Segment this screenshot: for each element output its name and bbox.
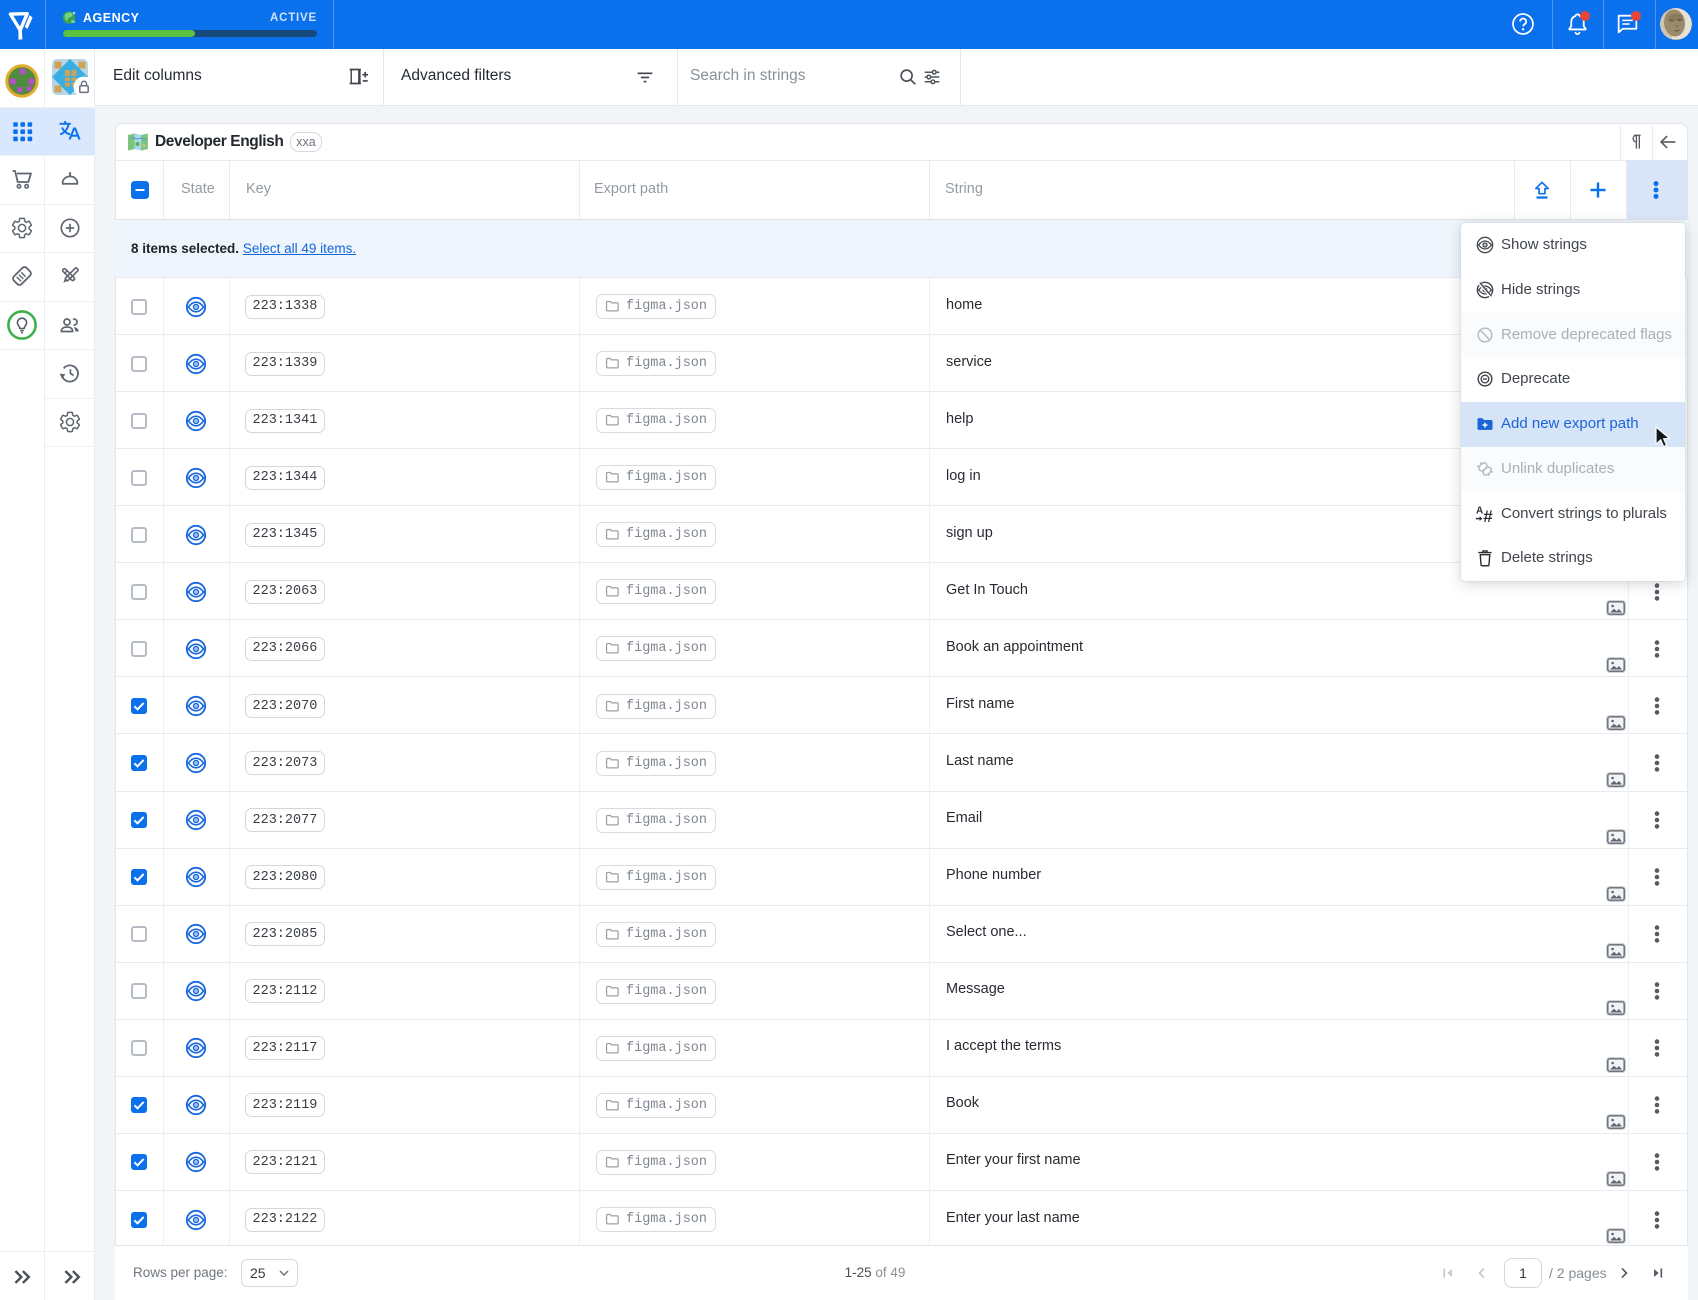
svg-text:#: # bbox=[1483, 506, 1493, 523]
svg-text:A: A bbox=[1476, 505, 1483, 516]
